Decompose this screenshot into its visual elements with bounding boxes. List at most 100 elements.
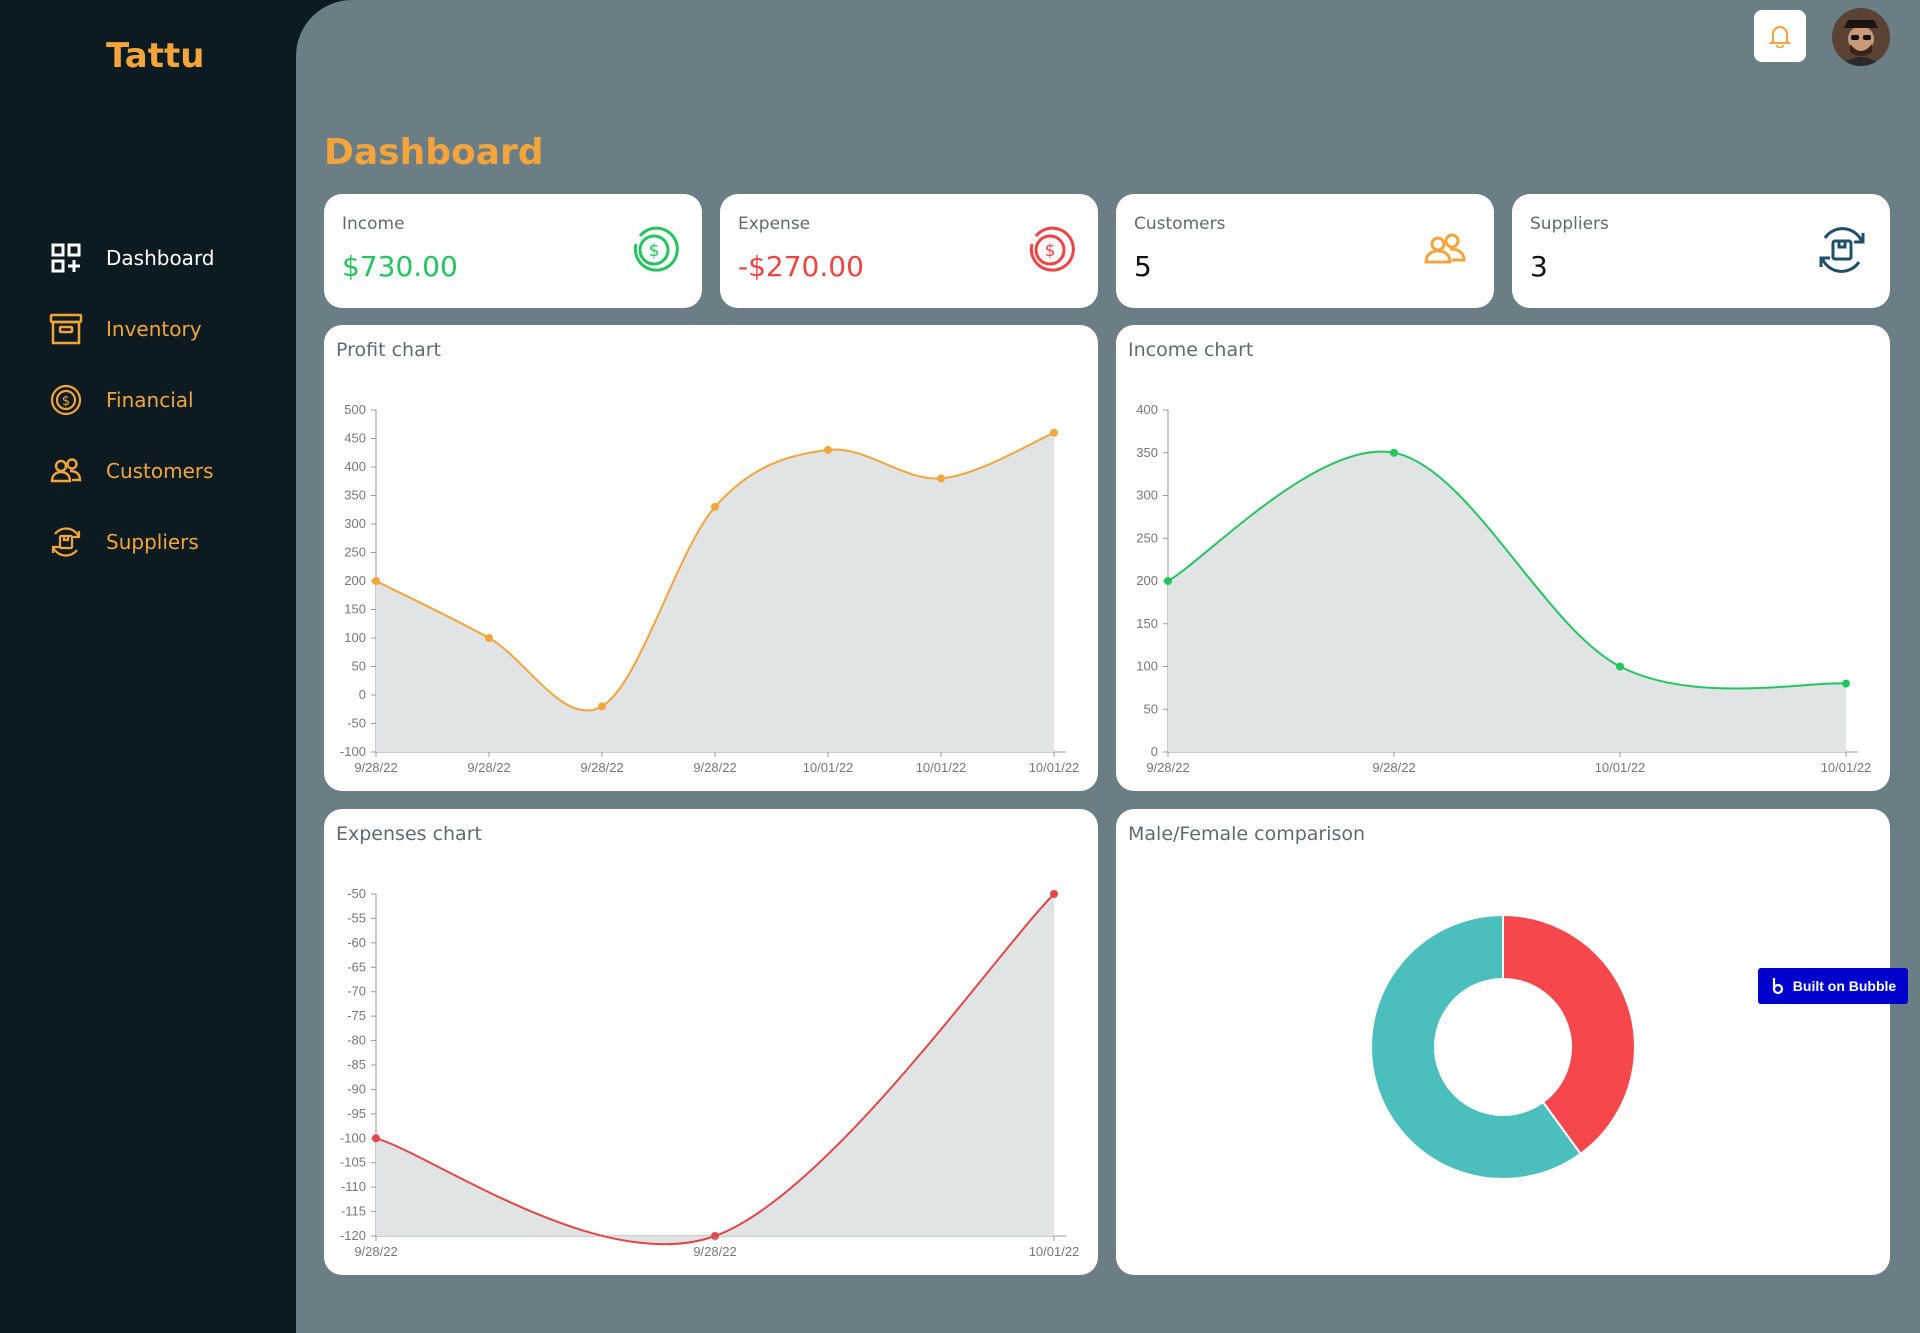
suppliers-card: Suppliers 3	[1512, 194, 1890, 308]
sidebar-item-customers[interactable]: Customers	[48, 435, 215, 506]
svg-text:$: $	[1045, 241, 1056, 261]
series-area	[376, 432, 1054, 752]
series-area	[1168, 451, 1846, 752]
avatar[interactable]	[1832, 8, 1890, 66]
y-tick-label: 150	[1136, 616, 1158, 631]
y-tick-label: -85	[347, 1057, 366, 1072]
y-tick-label: -55	[347, 910, 366, 925]
supplier-box-icon	[48, 524, 84, 560]
sidebar-item-inventory[interactable]: Inventory	[48, 293, 215, 364]
data-point	[1842, 679, 1850, 688]
sidebar: Tattu Dashboard Inventory $ Financial Cu…	[0, 0, 296, 1333]
y-tick-label: 400	[1136, 402, 1158, 417]
data-point	[372, 577, 380, 585]
y-tick-label: -80	[347, 1033, 366, 1048]
y-tick-label: 0	[359, 687, 366, 702]
main-content: Dashboard Income $730.00 $ Expense -$270…	[296, 0, 1920, 1333]
y-tick-label: -75	[347, 1008, 366, 1023]
y-tick-label: 50	[1144, 701, 1158, 716]
expense-card: Expense -$270.00 $	[720, 194, 1098, 308]
y-tick-label: 450	[344, 431, 366, 446]
notifications-button[interactable]	[1754, 10, 1806, 62]
y-tick-label: -70	[347, 984, 366, 999]
built-on-bubble-badge[interactable]: Built on Bubble	[1758, 968, 1908, 1004]
income-chart-card: Income chart 0 50 100 150 200 250 300 350 400 9/2…	[1116, 325, 1890, 791]
y-tick-label: 100	[1136, 659, 1158, 674]
y-tick-label: 300	[344, 516, 366, 531]
sidebar-item-dashboard[interactable]: Dashboard	[48, 222, 215, 293]
x-tick-label: 9/28/22	[354, 1244, 397, 1259]
data-point	[372, 1134, 380, 1143]
stat-label: Expense	[738, 214, 811, 234]
data-point	[485, 634, 493, 642]
profit-chart: -100 -50 0 50 100 150 200 250 300 350 400 450 500 9/2…	[340, 402, 1080, 775]
y-tick-label: 200	[344, 573, 366, 588]
income-card: Income $730.00 $	[324, 194, 702, 308]
x-tick-label: 9/28/22	[1372, 760, 1415, 775]
data-point	[598, 702, 606, 711]
stat-value: $730.00	[342, 250, 458, 283]
y-tick-label: -90	[347, 1081, 366, 1096]
x-tick-label: 9/28/22	[354, 760, 397, 775]
customers-card: Customers 5	[1116, 194, 1494, 308]
y-tick-label: 350	[344, 488, 366, 503]
sidebar-item-suppliers[interactable]: Suppliers	[48, 506, 215, 577]
users-icon	[1424, 233, 1466, 264]
y-tick-label: -115	[341, 1204, 366, 1219]
x-tick-label: 9/28/22	[1146, 760, 1189, 775]
data-point	[1616, 662, 1624, 671]
expenses-chart: -120 -115 -110 -105 -100 -95 -90 -85 -80 -75 -70 -6…	[340, 886, 1079, 1259]
dollar-coin-icon: $	[48, 382, 84, 418]
income-chart: 0 50 100 150 200 250 300 350 400 9/28/22 9/28/22 10…	[1136, 402, 1871, 775]
badge-label: Built on Bubble	[1792, 978, 1897, 994]
y-tick-label: -65	[347, 959, 366, 974]
y-tick-label: 400	[344, 459, 366, 474]
y-tick-label: 250	[344, 545, 366, 560]
sidebar-item-label: Financial	[106, 387, 194, 412]
series-area	[376, 894, 1054, 1245]
svg-text:$: $	[62, 394, 70, 409]
x-tick-label: 9/28/22	[693, 1244, 736, 1259]
stat-value: 3	[1530, 250, 1548, 283]
data-point	[1050, 890, 1058, 898]
sidebar-item-financial[interactable]: $ Financial	[48, 364, 215, 435]
bubble-logo-icon	[1772, 978, 1783, 995]
data-point	[1390, 448, 1398, 457]
brand-logo[interactable]: Tattu	[106, 36, 204, 76]
stat-value: 5	[1134, 250, 1152, 283]
sidebar-item-label: Customers	[106, 458, 214, 483]
y-tick-label: -100	[340, 1130, 366, 1145]
stat-label: Customers	[1134, 214, 1226, 234]
x-tick-label: 9/28/22	[693, 760, 736, 775]
x-tick-label: 10/01/22	[803, 760, 854, 775]
expenses-chart-card: Expenses chart -120 -115 -110 -105 -100 -95 -9…	[324, 809, 1098, 1275]
y-tick-label: -95	[347, 1106, 366, 1121]
y-tick-label: -50	[347, 886, 366, 901]
dollar-coin-icon: $	[633, 226, 679, 272]
y-tick-label: -50	[347, 716, 366, 731]
y-tick-label: -120	[340, 1228, 366, 1243]
x-tick-label: 10/01/22	[916, 760, 967, 775]
sidebar-nav: Dashboard Inventory $ Financial Customer…	[48, 222, 215, 577]
y-tick-label: 500	[344, 402, 366, 417]
page-title: Dashboard	[324, 132, 544, 173]
y-tick-label: 200	[1136, 573, 1158, 588]
y-tick-label: 150	[344, 602, 366, 617]
data-point	[1164, 577, 1172, 585]
y-tick-label: 300	[1136, 488, 1158, 503]
sidebar-item-label: Inventory	[106, 316, 202, 341]
stat-value: -$270.00	[738, 250, 864, 283]
gender-chart-card: Male/Female comparison	[1116, 809, 1890, 1275]
data-point	[824, 445, 832, 454]
svg-text:$: $	[649, 241, 660, 261]
y-tick-label: 350	[1136, 445, 1158, 460]
y-tick-label: -100	[340, 744, 366, 759]
x-tick-label: 10/01/22	[1029, 760, 1080, 775]
stat-label: Suppliers	[1530, 214, 1609, 234]
data-point	[711, 502, 719, 511]
y-tick-label: -60	[347, 935, 366, 950]
sidebar-item-label: Dashboard	[106, 245, 215, 270]
sidebar-item-label: Suppliers	[106, 529, 199, 554]
bell-icon	[1769, 26, 1791, 48]
profit-chart-card: Profit chart -100 -50 0 50 100 150 200 250 300 35…	[324, 325, 1098, 791]
